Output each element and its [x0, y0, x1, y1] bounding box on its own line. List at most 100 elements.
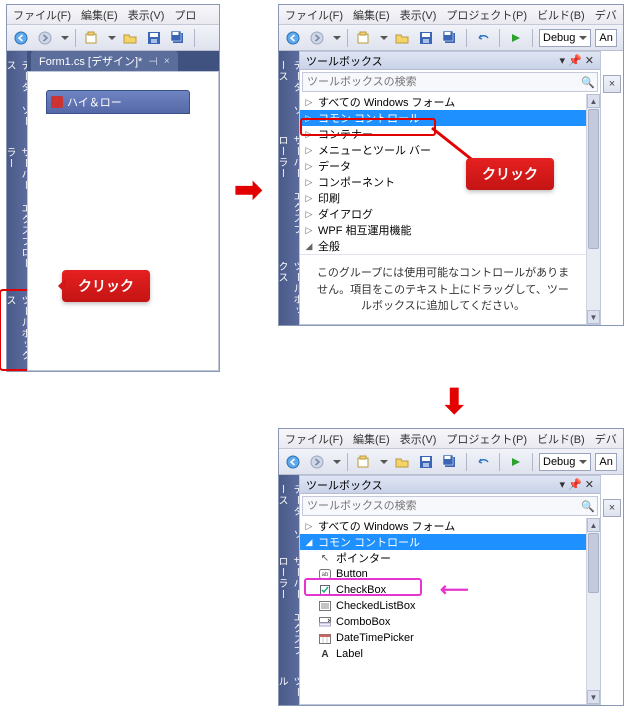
new-project-button[interactable]: [354, 452, 374, 472]
toolbox-search[interactable]: 🔍: [302, 496, 598, 516]
cat-printing[interactable]: ▷印刷: [300, 190, 586, 206]
item-combobox[interactable]: ComboBox: [300, 614, 586, 630]
new-project-button[interactable]: [354, 28, 374, 48]
nav-fwd-button[interactable]: [35, 28, 55, 48]
menu-edit[interactable]: 編集(E): [353, 7, 390, 23]
item-datetimepicker[interactable]: DateTimePicker: [300, 630, 586, 646]
cat-all-windows-forms[interactable]: ▷すべての Windows フォーム: [300, 94, 586, 110]
platform-combo[interactable]: An: [595, 453, 617, 471]
save-button[interactable]: [416, 452, 436, 472]
item-pointer[interactable]: ↖ポインター: [300, 550, 586, 566]
config-combo[interactable]: Debug: [539, 453, 591, 471]
search-icon[interactable]: 🔍: [579, 500, 597, 513]
scroll-down-button[interactable]: ▼: [587, 310, 600, 324]
separator: [75, 29, 76, 47]
close-pane-icon[interactable]: ✕: [585, 478, 594, 491]
config-combo[interactable]: Debug: [539, 29, 591, 47]
open-button[interactable]: [120, 28, 140, 48]
separator: [532, 29, 533, 47]
window-dropdown-icon[interactable]: ▾: [560, 478, 566, 491]
toolbox-search-input[interactable]: [303, 76, 579, 88]
menu-file[interactable]: ファイル(F): [285, 431, 343, 447]
nav-history-dropdown[interactable]: [333, 460, 341, 468]
menu-view[interactable]: 表示(V): [400, 7, 437, 23]
scroll-up-button[interactable]: ▲: [587, 94, 600, 108]
nav-fwd-button[interactable]: [307, 28, 327, 48]
toolbox-title: ツールボックス: [306, 53, 383, 69]
autohide-pin-icon[interactable]: 📌: [568, 478, 582, 491]
toolbox-search-input[interactable]: [303, 500, 579, 512]
new-dropdown[interactable]: [108, 36, 116, 44]
start-button[interactable]: [506, 452, 526, 472]
nav-fwd-button[interactable]: [307, 452, 327, 472]
document-tab-strip: Form1.cs [デザイン]* ⊣ ×: [27, 51, 219, 71]
menu-file[interactable]: ファイル(F): [13, 7, 71, 23]
platform-combo[interactable]: An: [595, 29, 617, 47]
save-all-button[interactable]: [440, 452, 460, 472]
pin-icon[interactable]: ⊣: [148, 55, 158, 68]
item-label[interactable]: ALabel: [300, 646, 586, 662]
toolbox-search[interactable]: 🔍: [302, 72, 598, 92]
menu-edit[interactable]: 編集(E): [353, 431, 390, 447]
start-button[interactable]: [506, 28, 526, 48]
menu-view[interactable]: 表示(V): [128, 7, 165, 23]
undo-button[interactable]: [473, 28, 493, 48]
menu-debug[interactable]: デバ: [595, 431, 617, 447]
cat-wpf-interop[interactable]: ▷WPF 相互運用機能: [300, 222, 586, 238]
menu-edit[interactable]: 編集(E): [81, 7, 118, 23]
cat-dialogs[interactable]: ▷ダイアログ: [300, 206, 586, 222]
save-button[interactable]: [416, 28, 436, 48]
menu-file[interactable]: ファイル(F): [285, 7, 343, 23]
vscrollbar[interactable]: ▲ ▼: [586, 518, 600, 704]
menu-project[interactable]: プロジェクト(P): [446, 431, 527, 447]
undo-button[interactable]: [473, 452, 493, 472]
autohide-pin-icon[interactable]: 📌: [568, 54, 582, 67]
menu-debug[interactable]: デバ: [595, 7, 617, 23]
scroll-thumb[interactable]: [588, 533, 599, 593]
scroll-up-button[interactable]: ▲: [587, 518, 600, 532]
new-dropdown[interactable]: [380, 460, 388, 468]
nav-back-button[interactable]: [283, 452, 303, 472]
new-project-button[interactable]: [82, 28, 102, 48]
cat-general[interactable]: ◢全般: [300, 238, 586, 254]
config-value: Debug: [543, 456, 575, 468]
designer-surface[interactable]: ハイ＆ロー: [27, 71, 219, 371]
cat-common-controls[interactable]: ◢コモン コントロール: [300, 534, 586, 550]
open-button[interactable]: [392, 452, 412, 472]
search-icon[interactable]: 🔍: [579, 76, 597, 89]
nav-history-dropdown[interactable]: [61, 36, 69, 44]
menu-project[interactable]: プロ: [174, 7, 196, 23]
menu-bar: ファイル(F) 編集(E) 表示(V) プロジェクト(P) ビルド(B) デバ: [279, 429, 623, 449]
menu-build[interactable]: ビルド(B): [537, 7, 585, 23]
form-titlebar[interactable]: ハイ＆ロー: [46, 90, 190, 114]
scroll-down-button[interactable]: ▼: [587, 690, 600, 704]
open-button[interactable]: [392, 28, 412, 48]
close-document-button[interactable]: ×: [603, 75, 621, 93]
close-pane-icon[interactable]: ✕: [585, 54, 594, 67]
nav-history-dropdown[interactable]: [333, 36, 341, 44]
toolbox-titlebar[interactable]: ツールボックス ▾ 📌 ✕: [300, 476, 600, 494]
save-button[interactable]: [144, 28, 164, 48]
menu-build[interactable]: ビルド(B): [537, 431, 585, 447]
close-document-button[interactable]: ×: [603, 499, 621, 517]
ide-window-1: ファイル(F) 編集(E) 表示(V) プロ データ ソース サーバー エクスプ…: [6, 4, 220, 372]
cat-all-windows-forms[interactable]: ▷すべての Windows フォーム: [300, 518, 586, 534]
toolbox-titlebar[interactable]: ツールボックス ▾ 📌 ✕: [300, 52, 600, 70]
toolbar: [7, 25, 219, 51]
nav-back-button[interactable]: [11, 28, 31, 48]
separator: [466, 453, 467, 471]
save-all-button[interactable]: [168, 28, 188, 48]
new-dropdown[interactable]: [380, 36, 388, 44]
scroll-thumb[interactable]: [588, 109, 599, 249]
save-all-button[interactable]: [440, 28, 460, 48]
menu-view[interactable]: 表示(V): [400, 431, 437, 447]
nav-back-button[interactable]: [283, 28, 303, 48]
cat-common-controls[interactable]: ▷コモン コントロール: [300, 110, 586, 126]
window-dropdown-icon[interactable]: ▾: [560, 54, 566, 67]
menu-project[interactable]: プロジェクト(P): [446, 7, 527, 23]
side-tab-strip: データ ソース サーバー エクスプローラー ツールボックス: [7, 51, 27, 371]
checkedlistbox-icon: [318, 600, 332, 612]
document-tab[interactable]: Form1.cs [デザイン]* ⊣ ×: [31, 51, 178, 71]
vscrollbar[interactable]: ▲ ▼: [586, 94, 600, 324]
close-tab-icon[interactable]: ×: [164, 56, 170, 67]
